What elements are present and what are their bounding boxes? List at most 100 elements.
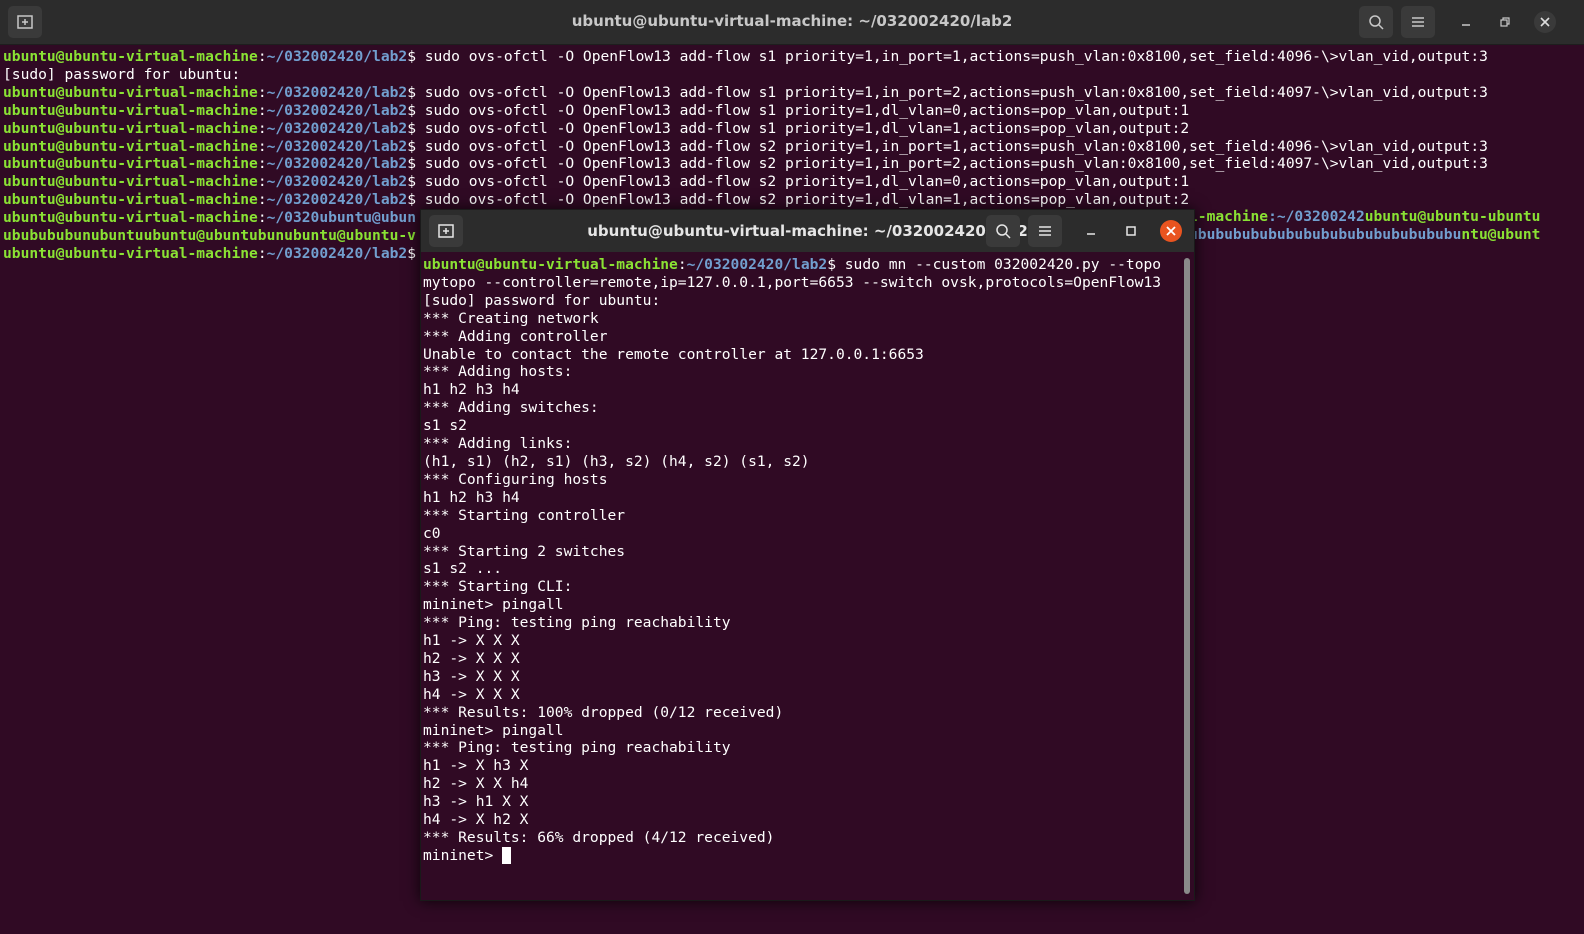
minimize-button[interactable] <box>1449 6 1483 38</box>
output-line: *** Adding hosts: <box>423 363 573 381</box>
prompt-user: ubuntu@ubuntu-virtual-machine <box>3 83 258 101</box>
minimize-icon <box>1462 24 1470 26</box>
output-line: *** Configuring hosts <box>423 470 608 488</box>
output-line: *** Starting 2 switches <box>423 542 626 560</box>
command-text: $ sudo ovs-ofctl -O OpenFlow13 add-flow … <box>407 101 1190 119</box>
output-line: *** Adding switches: <box>423 399 599 417</box>
prompt-user: ubuntu@ubuntu-virtual-machine <box>3 137 258 155</box>
output-line: *** Adding links: <box>423 435 573 453</box>
close-icon <box>1540 17 1550 27</box>
front-terminal-window: ubuntu@ubuntu-virtual-machine: ~/0320024… <box>420 209 1195 901</box>
output-line: h3 -> h1 X X <box>423 793 529 811</box>
output-line: h1 h2 h3 h4 <box>423 381 520 399</box>
fragment-path: ubububububububububububububububu <box>1189 225 1462 243</box>
command-text: $ <box>407 244 416 262</box>
output-line: Unable to contact the remote controller … <box>423 345 924 363</box>
command-text: $ sudo ovs-ofctl -O OpenFlow13 add-flow … <box>407 155 1488 173</box>
terminal-line: ubuntu@ubuntu-virtual-machine:~/03200242… <box>3 48 1488 65</box>
output-line: h2 -> X X h4 <box>423 775 529 793</box>
command-text: $ sudo ovs-ofctl -O OpenFlow13 add-flow … <box>407 137 1488 155</box>
minimize-icon <box>1087 233 1095 235</box>
output-line: mininet> pingall <box>423 721 564 739</box>
front-terminal-output[interactable]: ubuntu@ubuntu-virtual-machine:~/03200242… <box>423 256 1161 865</box>
front-window-titlebar: ubuntu@ubuntu-virtual-machine: ~/0320024… <box>421 210 1194 252</box>
output-line: (h1, s1) (h2, s1) (h3, s2) (h4, s2) (s1,… <box>423 452 810 470</box>
prompt-user: ubuntu@ubuntu-virtual-machine <box>3 173 258 191</box>
command-text: [sudo] password for ubuntu: <box>3 65 241 83</box>
prompt-user: ubuntu@ubuntu-virtual-machine <box>3 244 258 262</box>
prompt-user: ubuntu@ubuntu-virtual-machine <box>3 191 258 209</box>
prompt-path: ~/032002420/lab2 <box>266 83 408 101</box>
hamburger-menu-icon <box>1412 17 1424 27</box>
output-line: s1 s2 ... <box>423 560 503 578</box>
close-icon <box>1166 226 1176 236</box>
prompt-path: ~/032002420/lab2 <box>266 119 408 137</box>
text-cursor <box>502 846 512 864</box>
hamburger-menu-icon <box>1039 226 1051 236</box>
prompt-path: ~/032002420/lab2 <box>266 191 408 209</box>
output-line: *** Starting controller <box>423 506 626 524</box>
search-button[interactable] <box>1359 6 1393 38</box>
terminal-line: [sudo] password for ubuntu: <box>3 66 1488 84</box>
prompt-user: ubuntu@ubuntu-virtual-machine <box>423 256 678 273</box>
command-text: $ sudo ovs-ofctl -O OpenFlow13 add-flow … <box>407 173 1190 191</box>
output-line: h3 -> X X X <box>423 667 520 685</box>
output-line: [sudo] password for ubuntu: <box>423 291 661 309</box>
back-window-titlebar: ubuntu@ubuntu-virtual-machine: ~/0320024… <box>0 0 1584 45</box>
prompt-path: ~/032002420/lab2 <box>266 155 408 173</box>
output-line: *** Starting CLI: <box>423 578 573 596</box>
prompt-user: ubuntu@ubuntu-virtual-machine <box>3 48 258 65</box>
output-line: *** Results: 66% dropped (4/12 received) <box>423 829 775 846</box>
restore-button[interactable] <box>1488 6 1522 38</box>
terminal-line: ubuntu@ubuntu-virtual-machine:~/03200242… <box>3 155 1488 173</box>
prompt-path: ~/032002420/lab2 <box>266 137 408 155</box>
output-line: *** Creating network <box>423 309 599 327</box>
terminal-line: ubuntu@ubuntu-virtual-machine:~/03200242… <box>3 173 1190 191</box>
menu-button[interactable] <box>1028 215 1062 247</box>
search-button[interactable] <box>986 215 1020 247</box>
prompt-user: ubuntu@ubuntu-virtual-machine <box>3 119 258 137</box>
back-terminal-right-fragment: l-machine:~/03200242ubuntu@ubuntu-ubuntu… <box>1189 208 1540 244</box>
terminal-line: ubuntu@ubuntu-virtual-machine:~/03200242… <box>3 83 1488 101</box>
command-text: $ sudo ovs-ofctl -O OpenFlow13 add-flow … <box>407 119 1190 137</box>
fragment-user2: ntu@ubunt <box>1461 225 1541 243</box>
maximize-button[interactable] <box>1114 215 1148 247</box>
prompt-path: ~/0320ubuntu@ubun <box>266 209 416 227</box>
prompt-path: ~/032002420/lab2 <box>266 101 408 119</box>
prompt-user: ubuntu@ubuntu-virtual-machine <box>3 101 258 119</box>
scrollbar[interactable] <box>1184 258 1190 894</box>
prompt-user: ubuntu@ubuntu-virtual-machine <box>3 209 258 227</box>
prompt-path: ~/032002420/lab2 <box>266 173 408 191</box>
fragment-user2: ubuntu@ubuntu-ubuntu <box>1364 208 1541 225</box>
terminal-line: ubuntu@ubuntu-virtual-machine:~/03200242… <box>3 191 1190 209</box>
prompt-user: ububububunubuntuubuntu@ubuntubunubuntu@u… <box>3 227 416 245</box>
output-line: *** Ping: testing ping reachability <box>423 614 731 632</box>
output-line: h1 -> X X X <box>423 632 520 650</box>
output-line: h4 -> X X X <box>423 685 520 703</box>
window-title: ubuntu@ubuntu-virtual-machine: ~/0320024… <box>571 12 1013 30</box>
output-line: *** Results: 100% dropped (0/12 received… <box>423 703 784 721</box>
prompt-path: ~/032002420/lab2 <box>266 244 408 262</box>
close-button[interactable] <box>1160 220 1182 242</box>
output-line: mytopo --controller=remote,ip=127.0.0.1,… <box>423 273 1162 291</box>
terminal-line: ubuntu@ubuntu-virtual-machine:~/03200242… <box>3 119 1190 137</box>
command-text: $ sudo ovs-ofctl -O OpenFlow13 add-flow … <box>407 191 1190 209</box>
minimize-button[interactable] <box>1074 215 1108 247</box>
menu-button[interactable] <box>1401 6 1435 38</box>
prompt-path: ~/032002420/lab2 <box>686 256 828 273</box>
output-line: c0 <box>423 524 441 542</box>
command-output: mytopo --controller=remote,ip=127.0.0.1,… <box>423 274 1161 846</box>
command-text: $ sudo ovs-ofctl -O OpenFlow13 add-flow … <box>407 83 1488 101</box>
output-line: mininet> pingall <box>423 596 564 614</box>
command-text: $ sudo ovs-ofctl -O OpenFlow13 add-flow … <box>407 48 1488 65</box>
close-button[interactable] <box>1534 11 1556 33</box>
search-icon <box>1369 15 1384 30</box>
fragment-path: :~/03200242 <box>1268 208 1365 225</box>
maximize-icon <box>1126 226 1136 236</box>
output-line: *** Ping: testing ping reachability <box>423 739 731 757</box>
prompt-command: $ sudo mn --custom 032002420.py --topo <box>827 256 1162 273</box>
output-line: *** Adding controller <box>423 327 608 345</box>
fragment-user: l-machine <box>1189 208 1269 225</box>
prompt-user: ubuntu@ubuntu-virtual-machine <box>3 155 258 173</box>
output-line: h1 -> X h3 X <box>423 757 529 775</box>
